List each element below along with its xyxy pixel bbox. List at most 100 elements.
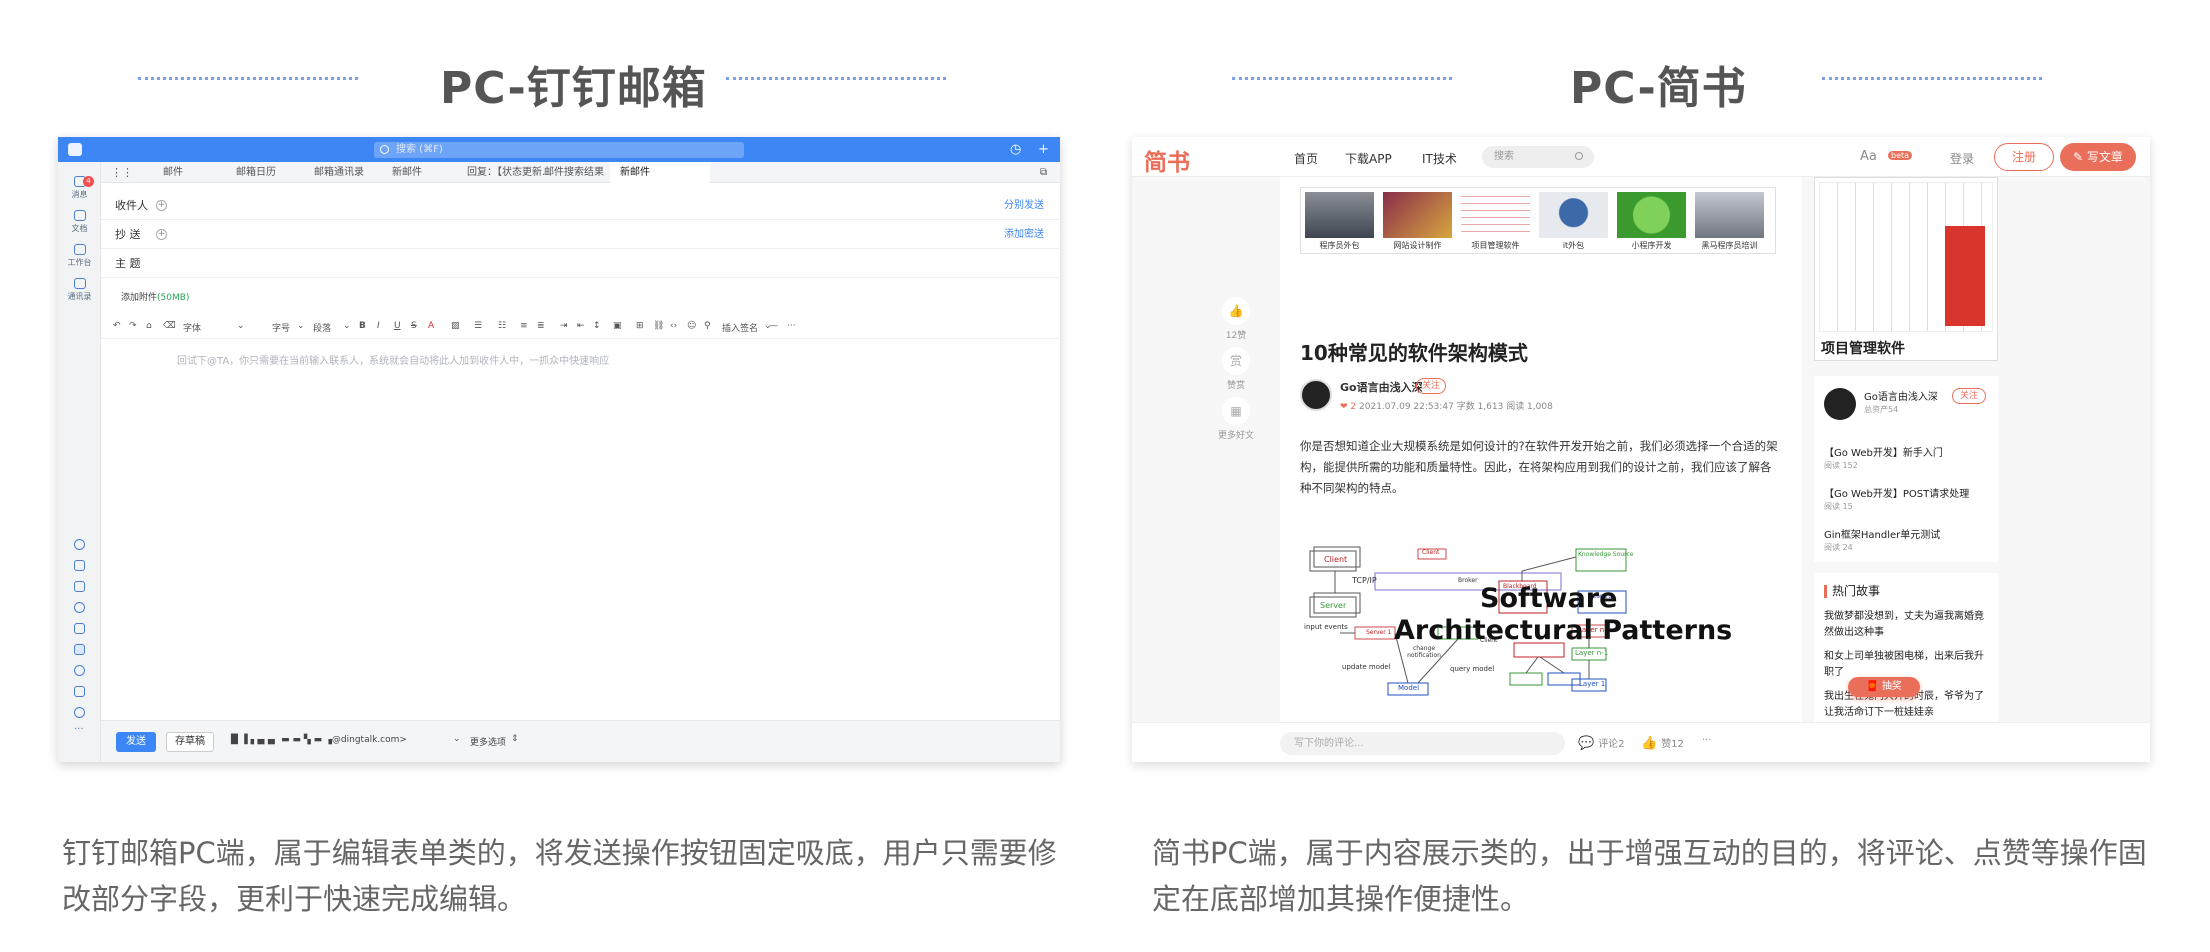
tab-new-mail[interactable]: 新邮件 [392,162,422,183]
bullet-list-icon[interactable]: ☰ [474,321,482,331]
add-icon[interactable]: + [1038,142,1049,157]
jianshu-logo[interactable]: 简书 [1144,143,1190,177]
link-icon[interactable]: ⛓ [653,321,664,331]
emoji-icon[interactable]: ☺ [687,321,696,331]
comment-input[interactable]: 写下你的评论... [1280,732,1565,755]
mail-icon[interactable] [74,644,85,655]
lottery-red-packet-button[interactable]: 🧧 抽奖 [1848,677,1920,697]
tab-reply[interactable]: 回复：【状态更新… [467,162,552,183]
more-options-select[interactable]: 更多选项 [470,735,506,748]
editor-body[interactable]: 回试下@TA，你只需要在当前输入联系人，系统就会自动将此人加到收件人中，一抓众中… [177,352,609,367]
outdent-icon[interactable]: ⇤ [577,321,585,331]
tab-search-results[interactable]: 邮件搜索结果 [544,162,604,183]
reward-side-button[interactable]: 赏 赞赏 [1216,347,1256,391]
like-button[interactable]: 👍 赞12 [1641,735,1684,751]
image-icon[interactable]: ▣ [613,321,622,331]
indent-icon[interactable]: ⇥ [560,321,568,331]
attachment-icon[interactable]: ⚲ [704,321,711,331]
search-input[interactable]: 搜索 [1482,146,1594,168]
author-post-link[interactable]: Gin框架Handler单元测试 [1824,526,1940,541]
task-icon[interactable] [74,581,85,592]
apps-icon[interactable] [74,623,85,634]
ding-icon[interactable] [74,602,85,613]
comments-button[interactable]: 💬 评论2 [1578,735,1625,751]
more-icon[interactable]: ··· [74,724,84,735]
phone-icon[interactable] [74,665,85,676]
paragraph-select[interactable]: 段落 [313,321,331,334]
ad-thumbnail[interactable] [1539,192,1608,238]
line-height-icon[interactable]: ↕ [593,321,601,331]
author-avatar[interactable] [1824,388,1856,420]
more-tools-icon[interactable]: ··· [787,321,796,331]
bold-icon[interactable]: B [359,321,366,331]
tab-new-mail-active[interactable]: 新邮件 [610,162,710,183]
author-name[interactable]: Go语言由浅入深 [1864,388,1938,403]
author-name[interactable]: Go语言由浅入深 [1340,379,1423,395]
cc-field[interactable]: 抄 送 + 添加密送 [101,220,1060,249]
subject-field[interactable]: 主 题 [101,249,1060,278]
todo-list-icon[interactable]: ≡ [520,321,528,331]
cloud-icon[interactable] [74,539,85,550]
font-size-toggle[interactable]: Aa [1860,149,1877,164]
rail-item-messages[interactable]: 消息 [58,176,101,200]
follow-button[interactable]: 关注 [1952,388,1987,404]
highlight-icon[interactable]: ▨ [451,321,460,331]
rail-item-contacts[interactable]: 通讯录 [58,278,101,302]
calendar-icon[interactable] [74,560,85,571]
beta-badge[interactable]: beta [1888,151,1913,160]
ad-thumbnail[interactable] [1617,192,1686,238]
ad-thumbnail[interactable] [1461,192,1530,238]
rail-item-docs[interactable]: 文档 [58,210,101,234]
align-icon[interactable]: ≣ [537,321,545,331]
apps-grid-icon[interactable]: ⋮⋮ [111,162,133,183]
numbered-list-icon[interactable]: ☷ [498,321,506,331]
nav-it-tech[interactable]: IT技术 [1422,150,1457,167]
nav-home[interactable]: 首页 [1294,150,1318,167]
font-color-icon[interactable]: A [428,321,434,331]
nav-download-app[interactable]: 下载APP [1345,150,1392,167]
add-bcc-link[interactable]: 添加密送 [1004,220,1044,249]
italic-icon[interactable]: I [377,321,380,331]
drive-icon[interactable] [74,686,85,697]
author-post-link[interactable]: 【Go Web开发】新手入门 [1824,444,1943,459]
hot-story-link[interactable]: 我做梦都没想到，丈夫为逼我离婚竟然做出这种事 [1824,609,1992,641]
redo-icon[interactable]: ↷ [129,321,137,331]
ad-thumbnail[interactable] [1305,192,1374,238]
add-recipient-icon[interactable]: + [156,200,167,211]
save-draft-button[interactable]: 存草稿 [166,732,214,752]
format-painter-icon[interactable]: ⌂ [146,321,152,331]
tab-mail-contacts[interactable]: 邮箱通讯录 [314,162,364,183]
ad-thumbnail[interactable] [1695,192,1764,238]
author-post-link[interactable]: 【Go Web开发】POST请求处理 [1824,485,1969,500]
table-icon[interactable]: ⊞ [636,321,644,331]
add-attachment-link[interactable]: 添加附件(50MB) [121,290,189,303]
tab-mail[interactable]: 邮件 [163,162,183,183]
undo-icon[interactable]: ↶ [113,321,121,331]
login-link[interactable]: 登录 [1950,150,1974,167]
clear-format-icon[interactable]: ⌫ [163,321,176,331]
ad-thumbnail[interactable] [1383,192,1452,238]
settings-icon[interactable] [74,707,85,718]
font-select[interactable]: 字体 [183,321,201,334]
add-cc-icon[interactable]: + [156,229,167,240]
underline-icon[interactable]: U [394,321,401,331]
tab-mail-calendar[interactable]: 邮箱日历 [236,162,276,183]
search-input[interactable]: 搜索 (⌘F) [374,142,744,158]
like-side-button[interactable]: 👍 12赞 [1216,297,1256,341]
compose-window-icon[interactable]: ⧉ [1040,162,1047,183]
rail-item-workbench[interactable]: 工作台 [58,244,101,268]
write-article-button[interactable]: ✎ 写文章 [2060,143,2136,171]
size-select[interactable]: 字号 [272,321,290,334]
more-actions-icon[interactable]: ··· [1702,735,1712,746]
insert-signature-select[interactable]: 插入签名 [722,321,758,334]
register-button[interactable]: 注册 [1994,143,2054,171]
ad-card[interactable]: 项目管理软件 [1814,177,1998,361]
code-icon[interactable]: ‹› [670,321,677,331]
divider-icon[interactable]: — [769,321,778,331]
author-avatar[interactable] [1300,379,1332,411]
split-send-link[interactable]: 分别发送 [1004,191,1044,220]
to-field[interactable]: 收件人 + 分别发送 [101,191,1060,220]
history-icon[interactable]: ◷ [1010,142,1021,157]
sender-select[interactable]: █ ▐ ▖▄▗▖ ▬ ▬ ▚ ▬ ▗@dingtalk.com> [231,735,407,745]
send-button[interactable]: 发送 [116,732,156,752]
